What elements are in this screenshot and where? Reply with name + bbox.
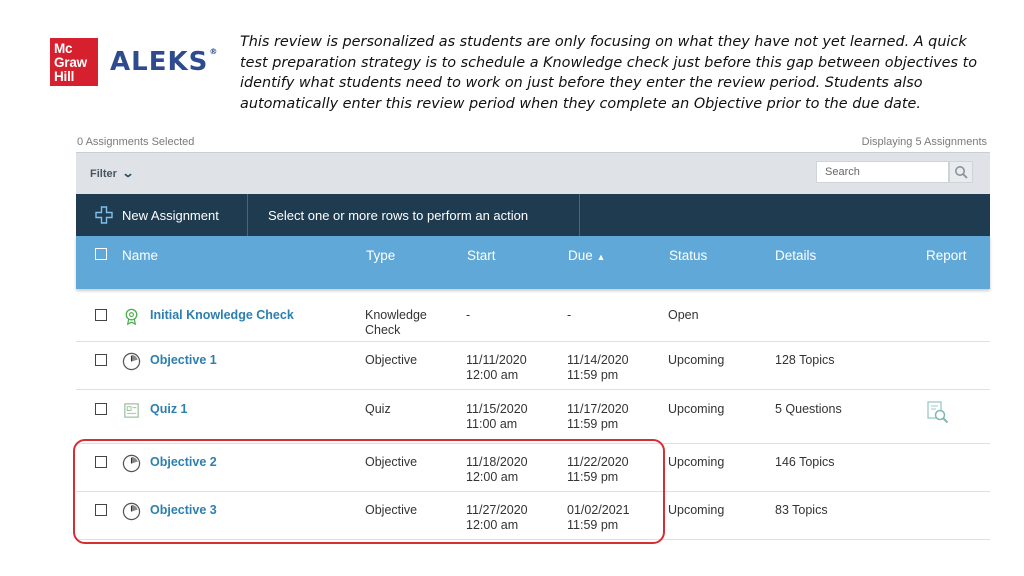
assignment-type: Quiz (365, 402, 391, 416)
status: Open (668, 308, 699, 322)
start-datetime: 11/15/2020 11:00 am (466, 402, 528, 432)
knowledge-check-icon (125, 308, 138, 326)
status: Upcoming (668, 503, 725, 517)
status: Upcoming (668, 402, 725, 416)
column-header-due[interactable]: Due ▲ (568, 248, 605, 263)
start-time: 11:00 am (466, 417, 518, 431)
assignments-selected-count: 0 Assignments Selected (77, 136, 195, 148)
highlight-outline (73, 439, 665, 544)
column-header-start[interactable]: Start (467, 248, 496, 263)
assignment-type: Knowledge Check (365, 308, 427, 338)
details: 83 Topics (775, 503, 828, 517)
search-input[interactable]: Search (816, 161, 949, 183)
logo-line: Graw (54, 55, 87, 70)
new-assignment-label: New Assignment (122, 207, 219, 223)
aleks-logo: ALEKS® (110, 47, 218, 77)
sort-asc-icon: ▲ (596, 252, 606, 262)
due-datetime: 11/14/2020 11:59 pm (567, 353, 629, 383)
start-date: 11/15/2020 (466, 402, 528, 416)
start-datetime: 11/11/2020 12:00 am (466, 353, 527, 383)
table-header: Name Type Start Due ▲ Status Details Rep… (76, 236, 990, 289)
column-header-status[interactable]: Status (669, 248, 707, 263)
chevron-down-icon: ⌄ (121, 166, 135, 180)
action-bar: New Assignment Select one or more rows t… (76, 194, 990, 236)
start-time: 12:00 am (466, 368, 519, 382)
due-date: - (567, 308, 572, 322)
column-header-details[interactable]: Details (775, 248, 816, 263)
table-row[interactable]: Objective 1 Objective 11/11/2020 12:00 am… (76, 342, 990, 390)
plus-outline-icon (95, 206, 113, 224)
objective-clock-icon (122, 352, 141, 371)
intro-text: This review is personalized as students … (240, 34, 978, 112)
due-time: 11:59 pm (567, 368, 619, 382)
due-datetime: 11/17/2020 11:59 pm (567, 402, 629, 432)
assignment-type: Objective (365, 353, 418, 367)
table-row[interactable]: Initial Knowledge Check Knowledge Check -… (76, 297, 990, 342)
assignment-name-link[interactable]: Quiz 1 (150, 402, 188, 417)
assignments-displayed-count: Displaying 5 Assignments (861, 136, 987, 148)
search-button[interactable] (949, 161, 973, 183)
details: 146 Topics (775, 455, 835, 469)
column-header-name[interactable]: Name (122, 248, 158, 263)
start-date: 11/11/2020 (466, 353, 527, 367)
report-magnifier-icon[interactable] (926, 400, 950, 426)
row-checkbox[interactable] (95, 403, 107, 415)
due-date: 11/17/2020 (567, 402, 629, 416)
search-icon (955, 166, 968, 179)
type-line: Knowledge (365, 308, 427, 322)
filter-bar: Filter ⌄ Search (76, 152, 990, 194)
status: Upcoming (668, 455, 725, 469)
type-line: Check (365, 323, 401, 337)
due-label: Due (568, 248, 593, 263)
filter-label: Filter (90, 168, 117, 180)
quiz-icon (124, 403, 139, 418)
column-header-type[interactable]: Type (366, 248, 395, 263)
assignment-name-link[interactable]: Initial Knowledge Check (150, 308, 294, 323)
column-header-report[interactable]: Report (926, 248, 967, 263)
aleks-logo-text: ALEKS (110, 47, 209, 77)
details: 5 Questions (775, 402, 842, 416)
logo-line: Hill (54, 69, 75, 84)
mcgraw-hill-logo: Mc Graw Hill (50, 38, 98, 86)
due-date: 11/14/2020 (567, 353, 629, 367)
select-all-checkbox[interactable] (95, 248, 107, 260)
details: 128 Topics (775, 353, 835, 367)
row-checkbox[interactable] (95, 354, 107, 366)
new-assignment-button[interactable]: New Assignment (76, 194, 248, 236)
assignment-name-link[interactable]: Objective 1 (150, 353, 217, 368)
action-hint: Select one or more rows to perform an ac… (248, 194, 580, 236)
logo-line: Mc (54, 41, 73, 56)
registered-mark: ® (209, 47, 219, 56)
start-date: - (466, 308, 471, 322)
status: Upcoming (668, 353, 725, 367)
table-row[interactable]: Quiz 1 Quiz 11/15/2020 11:00 am 11/17/202… (76, 391, 990, 444)
filter-button[interactable]: Filter ⌄ (90, 166, 135, 180)
due-time: 11:59 pm (567, 417, 619, 431)
row-checkbox[interactable] (95, 309, 107, 321)
